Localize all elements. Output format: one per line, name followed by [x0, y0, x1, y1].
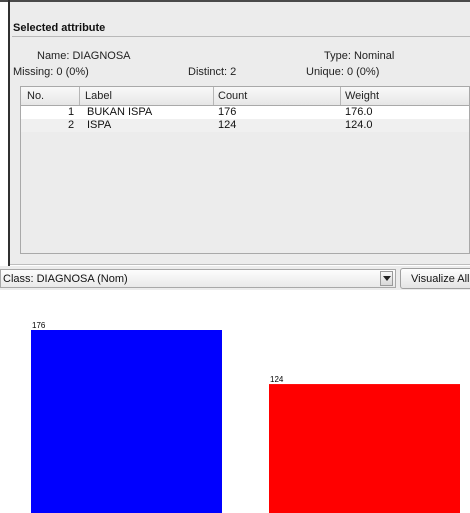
cell-label: BUKAN ISPA: [87, 106, 153, 118]
class-dropdown-value: Class: DIAGNOSA (Nom): [3, 273, 128, 285]
class-distribution-chart: 176 124: [10, 291, 470, 513]
column-header-no[interactable]: No.: [27, 87, 44, 105]
column-divider[interactable]: [79, 87, 80, 105]
cell-weight: 176.0: [345, 106, 373, 118]
panel-title-divider: [12, 36, 470, 37]
selected-attribute-panel: Selected attribute Name: DIAGNOSA Type: …: [10, 2, 470, 265]
cell-count: 124: [218, 119, 237, 131]
attribute-distinct: Distinct: 2: [188, 66, 237, 78]
cell-no: 1: [68, 106, 75, 118]
cell-no: 2: [68, 119, 75, 131]
table-row[interactable]: 2 ISPA 124 124.0: [21, 119, 469, 132]
column-header-weight[interactable]: Weight: [345, 87, 379, 105]
column-header-count[interactable]: Count: [218, 87, 247, 105]
class-dropdown[interactable]: Class: DIAGNOSA (Nom): [0, 269, 396, 288]
cell-label: ISPA: [87, 119, 112, 131]
cell-weight: 124.0: [345, 119, 373, 131]
table-body: 1 BUKAN ISPA 176 176.0 2 ISPA 124 124.0: [21, 106, 469, 132]
chevron-down-icon: [383, 276, 391, 281]
bar-ispa: [269, 384, 460, 513]
bar-value-label: 124: [270, 375, 284, 384]
table-header: No. Label Count Weight: [21, 87, 469, 106]
column-divider[interactable]: [213, 87, 214, 105]
column-header-label[interactable]: Label: [85, 87, 112, 105]
bar-chart: 176 124: [31, 321, 460, 513]
label-table[interactable]: No. Label Count Weight 1 BUKAN ISPA 176 …: [20, 86, 470, 254]
visualize-all-button[interactable]: Visualize All: [400, 268, 470, 289]
panel-title: Selected attribute: [13, 22, 106, 34]
dropdown-arrow-button[interactable]: [380, 271, 393, 286]
bar-bukan-ispa: [31, 330, 222, 513]
column-divider[interactable]: [340, 87, 341, 105]
attribute-missing: Missing: 0 (0%): [13, 66, 89, 78]
visualize-all-label: Visualize All: [411, 273, 470, 285]
cell-count: 176: [218, 106, 237, 118]
attribute-type: Type: Nominal: [324, 50, 395, 62]
attribute-unique: Unique: 0 (0%): [306, 66, 380, 78]
table-row[interactable]: 1 BUKAN ISPA 176 176.0: [21, 106, 469, 119]
attribute-name: Name: DIAGNOSA: [37, 50, 131, 62]
bar-value-label: 176: [32, 321, 46, 330]
class-selector-row: Class: DIAGNOSA (Nom) Visualize All: [0, 266, 470, 290]
